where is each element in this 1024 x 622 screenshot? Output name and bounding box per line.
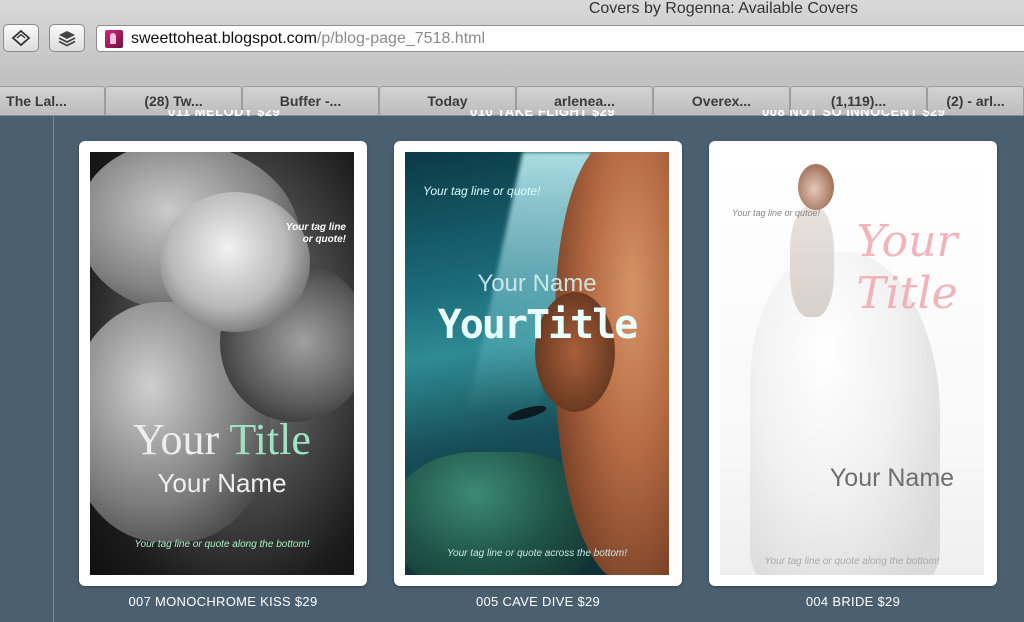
site-favicon-icon — [105, 29, 123, 48]
cover-tagline: Your tag line or qutoe! — [732, 208, 821, 218]
url-host: sweettoheat.blogspot.com — [131, 29, 317, 47]
cover-card-monochrome-kiss[interactable]: Your tag line or quote! Your Title Your … — [79, 141, 367, 586]
cover-author-name: Your Name — [477, 270, 597, 297]
cover-author-name: Your Name — [157, 468, 287, 498]
cover-caption: 007 MONOCHROME KISS $29 — [128, 594, 318, 609]
layers-icon — [58, 31, 76, 47]
cover-tagline: Your tag line or quote! — [423, 184, 541, 198]
page-content: 011 MELODY $29 010 TAKE FLIGHT $29 008 N… — [0, 110, 1024, 622]
reader-icon — [11, 29, 31, 47]
browser-chrome: Covers by Rogenna: Available Covers swee… — [0, 0, 1024, 116]
cover-image[interactable]: Your tag line or qutoe! Your Title Your … — [720, 152, 984, 575]
bookmark-tab[interactable]: The Lal... — [0, 86, 105, 115]
layers-button[interactable] — [49, 24, 85, 52]
cover-title: Your Title — [856, 216, 958, 319]
cover-bottom-tagline: Your tag line or quote across the bottom… — [446, 548, 628, 559]
cover-image[interactable]: Your tag line or quote! Your Name YourTi… — [405, 152, 669, 575]
column-divider — [53, 116, 54, 622]
address-bar[interactable]: sweettoheat.blogspot.com /p/blog-page_75… — [96, 25, 1024, 52]
previous-row-caption: 008 NOT SO INNOCENT $29 — [762, 110, 946, 118]
window-title: Covers by Rogenna: Available Covers — [588, 0, 858, 17]
cover-card-cave-dive[interactable]: Your tag line or quote! Your Name YourTi… — [394, 141, 682, 586]
cover-caption: 005 CAVE DIVE $29 — [475, 594, 601, 609]
cover-author-name: Your Name — [829, 464, 955, 492]
cover-bottom-tagline: Your tag line or quote along the bottom! — [134, 539, 310, 550]
cover-caption: 004 BRIDE $29 — [805, 594, 901, 609]
reader-button[interactable] — [3, 24, 39, 52]
cover-card-bride[interactable]: Your tag line or qutoe! Your Title Your … — [709, 141, 997, 586]
cover-bottom-tagline: Your tag line or quote along the bottom! — [764, 556, 940, 567]
cover-image[interactable]: Your tag line or quote! Your Title Your … — [90, 152, 354, 575]
cover-tagline: Your tag line or quote! — [285, 222, 346, 245]
url-path: /p/blog-page_7518.html — [316, 29, 486, 47]
cover-title: YourTitle — [437, 302, 639, 348]
cover-title: Your Title — [133, 415, 311, 464]
previous-row-caption: 010 TAKE FLIGHT $29 — [470, 110, 616, 118]
previous-row-caption: 011 MELODY $29 — [168, 110, 281, 118]
